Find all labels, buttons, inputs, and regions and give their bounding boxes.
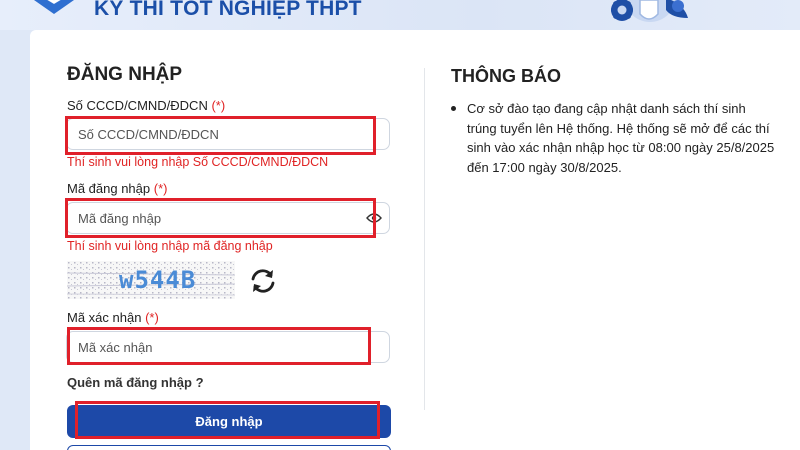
password-error-message: Thí sinh vui lòng nhập mã đăng nhập [67,239,273,253]
id-input[interactable] [66,118,390,150]
site-title: KỲ THI TỐT NGHIỆP THPT [94,0,362,20]
secondary-button[interactable] [67,445,391,450]
captcha-field-label: Mã xác nhận (*) [67,310,159,325]
id-error-message: Thí sinh vui lòng nhập Số CCCD/CMND/ĐDCN [67,155,329,169]
book-logo-icon [34,0,74,14]
password-input[interactable] [66,202,390,234]
id-field-label: Số CCCD/CMND/ĐDCN (*) [67,98,225,113]
notice-item: Cơ sở đào tạo đang cập nhật danh sách th… [451,99,776,177]
captcha-text: w544B [119,266,197,294]
password-field-label: Mã đăng nhập (*) [67,181,167,196]
login-button[interactable]: Đăng nhập [67,405,391,438]
captcha-image: w544B [67,261,235,299]
login-title: ĐĂNG NHẬP [67,64,183,85]
password-field-label-text: Mã đăng nhập [67,181,151,196]
eye-icon[interactable] [366,212,382,224]
notice-title: THÔNG BÁO [451,66,561,86]
forgot-password-link[interactable]: Quên mã đăng nhập ? [67,375,204,390]
required-mark: (*) [145,310,159,325]
notice-list: Cơ sở đào tạo đang cập nhật danh sách th… [451,99,776,177]
captcha-field-label-text: Mã xác nhận [67,310,142,325]
captcha-input[interactable] [66,331,390,363]
column-divider [424,68,425,410]
required-mark: (*) [153,181,168,196]
header-bar: KỲ THI TỐT NGHIỆP THPT [0,0,800,30]
refresh-icon[interactable] [248,267,278,295]
id-field-label-text: Số CCCD/CMND/ĐDCN [67,98,208,113]
required-mark: (*) [211,98,226,113]
lightbulb-gear-icon [611,0,688,22]
